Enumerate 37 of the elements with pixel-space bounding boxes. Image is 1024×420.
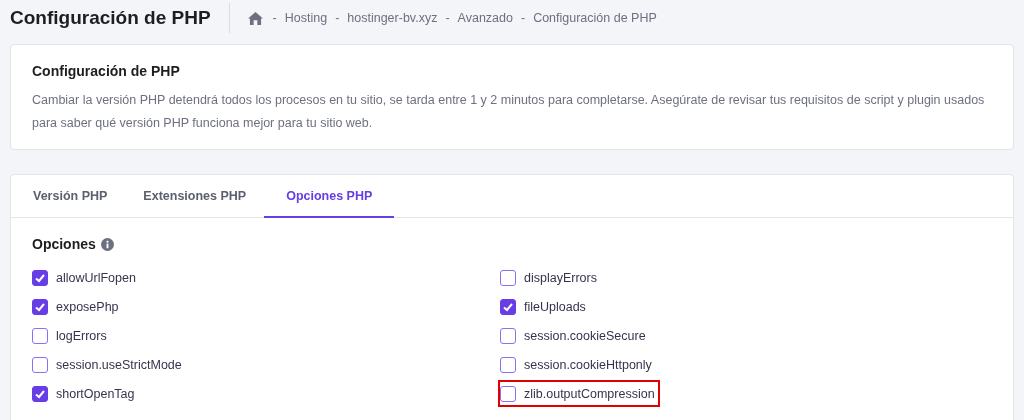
checkbox[interactable]: [500, 356, 516, 373]
checkbox[interactable]: [500, 385, 516, 402]
breadcrumb-link[interactable]: hostinger-bv.xyz: [347, 11, 438, 25]
checkbox-option[interactable]: session.cookieSecure: [498, 322, 651, 349]
tab[interactable]: Versión PHP: [15, 175, 126, 218]
checkbox[interactable]: [500, 269, 516, 286]
checkbox-option[interactable]: shortOpenTag: [30, 380, 140, 407]
checkbox-option[interactable]: exposePhp: [30, 293, 124, 320]
page-title: Configuración de PHP: [10, 7, 211, 29]
highlighted-checkbox-option[interactable]: zlib.outputCompression: [498, 380, 660, 407]
home-icon[interactable]: [247, 11, 263, 25]
breadcrumb-link[interactable]: Configuración de PHP: [533, 11, 657, 25]
breadcrumb-link[interactable]: Hosting: [284, 11, 328, 25]
checkbox[interactable]: [32, 385, 48, 402]
tab[interactable]: Extensiones PHP: [125, 175, 265, 218]
breadcrumb-separator: -: [520, 11, 526, 25]
checkbox-option[interactable]: session.cookieHttponly: [498, 351, 657, 378]
checkbox[interactable]: [500, 327, 516, 344]
card-title: Configuración de PHP: [32, 63, 181, 79]
breadcrumb-link[interactable]: Avanzado: [457, 11, 513, 25]
checkbox-option[interactable]: logErrors: [30, 322, 112, 349]
breadcrumb-separator: -: [335, 11, 340, 25]
checkbox-option[interactable]: displayErrors: [498, 264, 602, 291]
section-title: Opciones: [32, 236, 96, 252]
checkbox[interactable]: [500, 298, 516, 315]
checkbox[interactable]: [32, 356, 48, 373]
checkbox[interactable]: [32, 269, 48, 286]
checkbox[interactable]: [32, 298, 48, 315]
info-icon[interactable]: [100, 237, 114, 251]
checkbox[interactable]: [32, 327, 48, 344]
checkbox-option[interactable]: allowUrlFopen: [30, 264, 141, 291]
tab[interactable]: Opciones PHP: [264, 175, 395, 218]
breadcrumb-separator: -: [272, 11, 277, 25]
checkbox-option[interactable]: session.useStrictMode: [30, 351, 187, 378]
breadcrumb-separator: -: [445, 11, 450, 25]
checkbox-option[interactable]: fileUploads: [498, 293, 591, 320]
card-description: Cambiar la versión PHP detendrá todos los procesos en tu sitio, se tarda entre 1 y 2 minutos para completarse. Asegúrate de revisar tus requisitos de script y plugin usados para saber qué versión PHP funciona mejor para tu sitio web.: [32, 92, 986, 132]
